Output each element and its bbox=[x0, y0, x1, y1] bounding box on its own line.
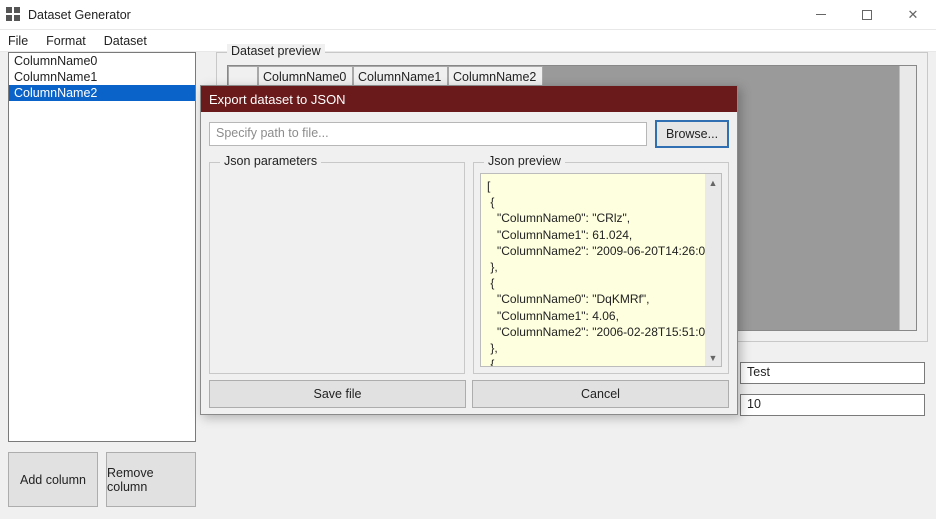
file-path-input[interactable]: Specify path to file... bbox=[209, 122, 647, 146]
dialog-title: Export dataset to JSON bbox=[201, 86, 737, 112]
remove-column-button[interactable]: Remove column bbox=[106, 452, 196, 507]
scroll-down-icon[interactable]: ▼ bbox=[705, 349, 721, 366]
scroll-up-icon[interactable]: ▲ bbox=[705, 174, 721, 191]
list-item[interactable]: ColumnName0 bbox=[9, 53, 195, 69]
scrollbar-vertical[interactable]: ▲ ▼ bbox=[705, 173, 722, 367]
window-title: Dataset Generator bbox=[28, 8, 131, 22]
cancel-button[interactable]: Cancel bbox=[472, 380, 729, 408]
json-preview-title: Json preview bbox=[484, 154, 565, 168]
list-item[interactable]: ColumnName2 bbox=[9, 85, 195, 101]
minimize-button[interactable] bbox=[798, 0, 844, 30]
add-column-button[interactable]: Add column bbox=[8, 452, 98, 507]
json-preview-text[interactable]: [ { "ColumnName0": "CRlz", "ColumnName1"… bbox=[480, 173, 722, 367]
titlebar: Dataset Generator ✕ bbox=[0, 0, 936, 30]
app-icon bbox=[6, 7, 22, 23]
menu-format[interactable]: Format bbox=[46, 34, 86, 48]
browse-button[interactable]: Browse... bbox=[655, 120, 729, 148]
scrollbar-vertical[interactable] bbox=[899, 66, 916, 330]
column-list[interactable]: ColumnName0 ColumnName1 ColumnName2 bbox=[8, 52, 196, 442]
dataset-name-field[interactable]: Test bbox=[740, 362, 925, 384]
export-json-dialog: Export dataset to JSON Specify path to f… bbox=[200, 85, 738, 415]
menu-file[interactable]: File bbox=[8, 34, 28, 48]
save-file-button[interactable]: Save file bbox=[209, 380, 466, 408]
maximize-button[interactable] bbox=[844, 0, 890, 30]
close-button[interactable]: ✕ bbox=[890, 0, 936, 30]
menubar: File Format Dataset bbox=[0, 30, 936, 52]
json-parameters-group: Json parameters bbox=[209, 162, 465, 374]
list-item[interactable]: ColumnName1 bbox=[9, 69, 195, 85]
json-parameters-title: Json parameters bbox=[220, 154, 321, 168]
menu-dataset[interactable]: Dataset bbox=[104, 34, 147, 48]
dataset-preview-title: Dataset preview bbox=[227, 44, 325, 58]
json-preview-group: Json preview [ { "ColumnName0": "CRlz", … bbox=[473, 162, 729, 374]
dataset-count-field[interactable]: 10 bbox=[740, 394, 925, 416]
